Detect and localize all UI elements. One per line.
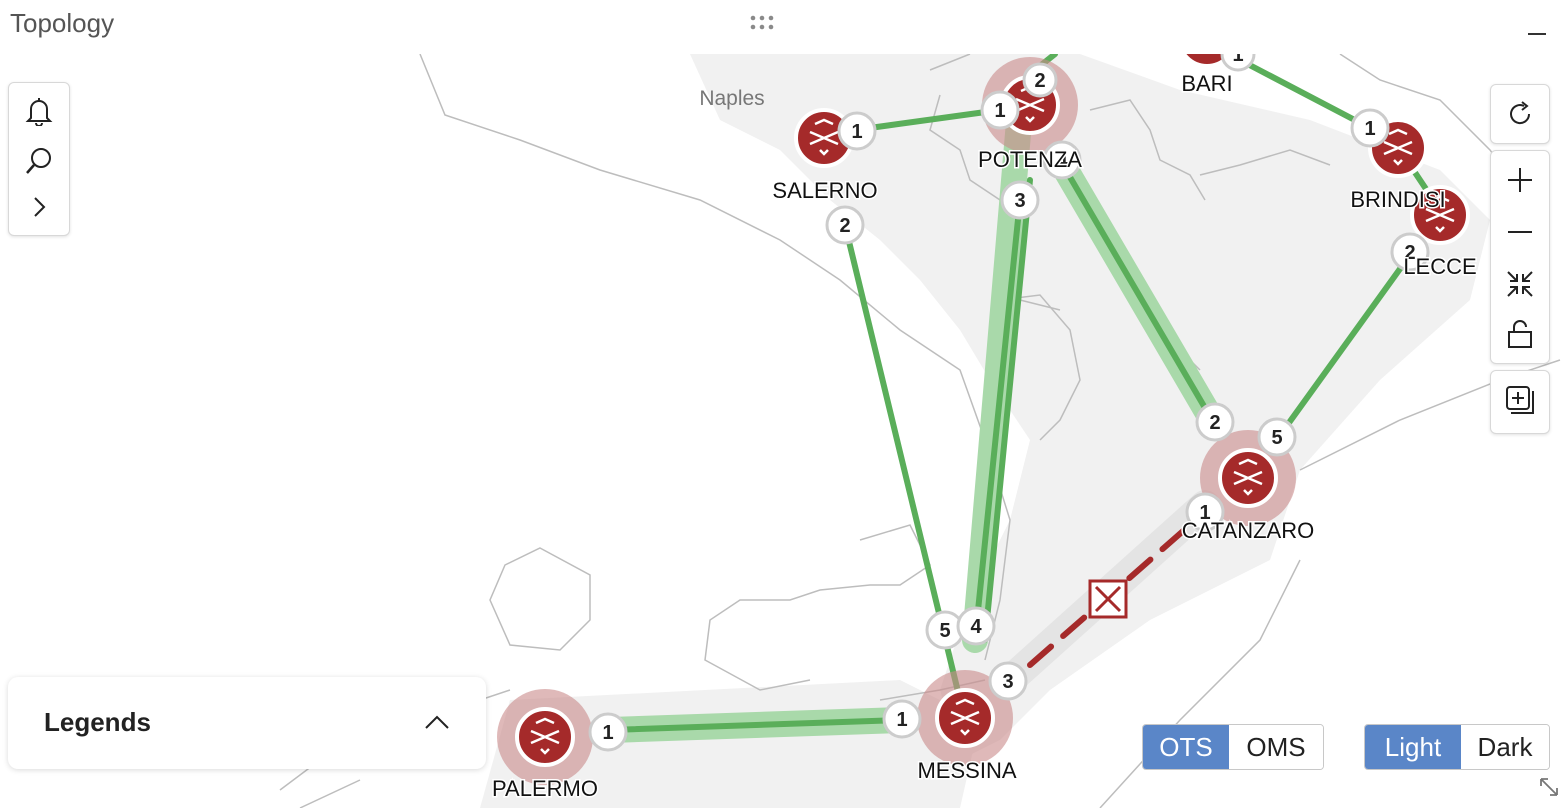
zoom-panel: [1490, 150, 1550, 364]
legend-title: Legends: [44, 707, 151, 737]
fit-icon[interactable]: [1501, 265, 1539, 303]
port-badge[interactable]: 2: [1195, 402, 1235, 442]
node-label-potenza: POTENZA: [978, 147, 1082, 172]
svg-text:3: 3: [1014, 190, 1025, 212]
zoom-in-icon[interactable]: [1501, 161, 1539, 199]
node-icon-catanzaro[interactable]: [1218, 448, 1278, 508]
drag-handle-icon[interactable]: [749, 14, 779, 34]
lock-icon[interactable]: [1501, 315, 1539, 353]
svg-text:1: 1: [896, 709, 907, 731]
port-badge[interactable]: 1: [837, 111, 877, 151]
ots-button[interactable]: OTS: [1143, 725, 1229, 769]
node-icon-palermo[interactable]: [515, 707, 575, 767]
svg-text:2: 2: [1034, 70, 1045, 92]
svg-text:4: 4: [970, 616, 982, 638]
light-button[interactable]: Light: [1365, 725, 1461, 769]
svg-text:5: 5: [1271, 427, 1282, 449]
left-toolbar: [8, 82, 70, 236]
resize-handle-icon[interactable]: [1538, 776, 1560, 798]
refresh-panel: [1490, 84, 1550, 144]
svg-text:1: 1: [1232, 54, 1243, 66]
port-badge[interactable]: 3: [988, 661, 1028, 701]
node-label-messina: MESSINA: [917, 758, 1016, 783]
svg-text:1: 1: [851, 121, 862, 143]
refresh-icon[interactable]: [1501, 95, 1539, 133]
port-badge[interactable]: 4: [956, 606, 996, 646]
port-badge[interactable]: 2: [1022, 62, 1058, 98]
node-label-bari: BARI: [1181, 71, 1232, 96]
legend-panel: Legends: [8, 677, 486, 769]
city-label-naples: Naples: [699, 87, 764, 110]
svg-text:5: 5: [939, 620, 950, 642]
zoom-out-icon[interactable]: [1501, 213, 1539, 251]
add-layer-panel: [1490, 370, 1550, 434]
svg-text:3: 3: [1002, 671, 1013, 693]
node-label-brindisi: BRINDISI: [1350, 187, 1445, 212]
port-badge[interactable]: 1: [980, 90, 1020, 130]
node-label-catanzaro: CATANZARO: [1182, 518, 1314, 543]
window-title: Topology: [10, 8, 115, 38]
svg-text:2: 2: [1209, 412, 1220, 434]
theme-toggle: Light Dark: [1364, 724, 1550, 770]
node-label-salerno: SALERNO: [772, 178, 877, 203]
node-icon-messina[interactable]: [935, 688, 995, 748]
port-badge[interactable]: 1: [588, 712, 628, 752]
svg-text:2: 2: [839, 215, 850, 237]
node-label-lecce: LECCE: [1403, 254, 1476, 279]
port-badge[interactable]: 1: [1350, 108, 1390, 148]
chevron-right-icon[interactable]: [21, 189, 57, 225]
port-badge[interactable]: 1: [882, 699, 922, 739]
port-badge[interactable]: 3: [1000, 180, 1040, 220]
oms-button[interactable]: OMS: [1229, 725, 1323, 769]
minimize-icon[interactable]: [1526, 16, 1548, 38]
svg-text:1: 1: [602, 722, 613, 744]
node-label-palermo: PALERMO: [492, 776, 598, 801]
layer-toggle: OTS OMS: [1142, 724, 1324, 770]
dark-button[interactable]: Dark: [1461, 725, 1549, 769]
svg-text:1: 1: [994, 100, 1005, 122]
svg-text:1: 1: [1364, 118, 1375, 140]
port-badge[interactable]: 2: [825, 205, 865, 245]
fault-marker-icon[interactable]: [1088, 579, 1128, 619]
add-layer-icon[interactable]: [1501, 381, 1539, 419]
bell-icon[interactable]: [21, 93, 57, 129]
window-header: Topology: [0, 0, 1562, 54]
search-icon[interactable]: [21, 143, 57, 179]
port-badge[interactable]: 5: [1257, 417, 1297, 457]
chevron-up-icon[interactable]: [422, 707, 452, 737]
